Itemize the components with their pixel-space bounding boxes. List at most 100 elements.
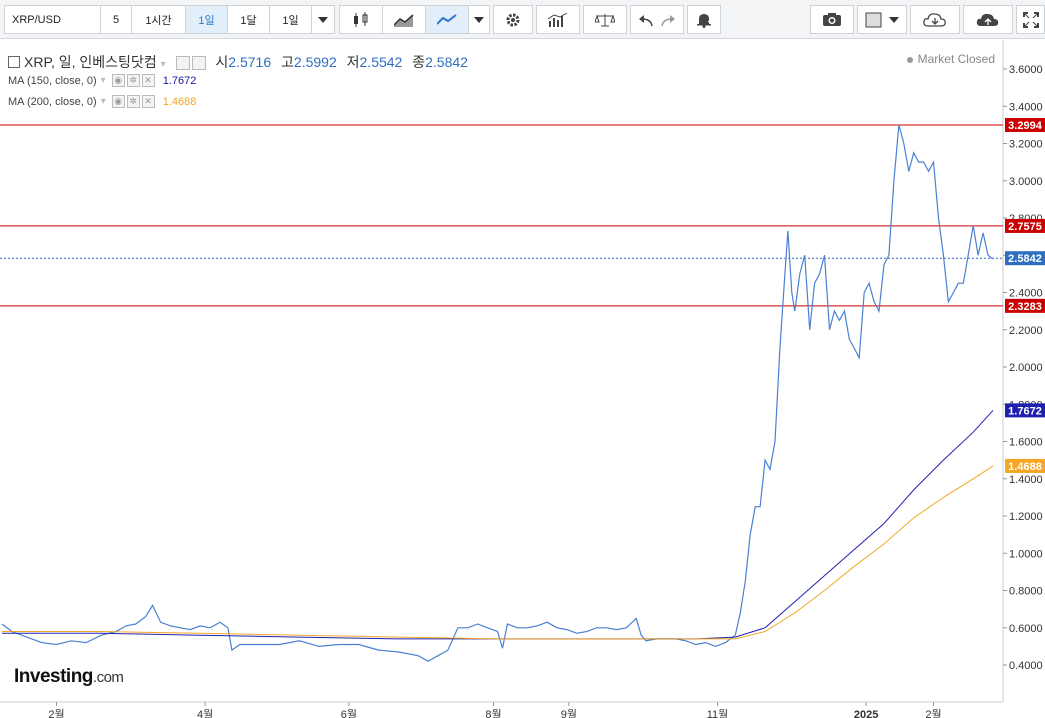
ma200-label: MA (200, close, 0) <box>8 95 97 108</box>
gear-icon[interactable] <box>191 56 206 71</box>
cloud-upload-icon <box>976 13 999 26</box>
x-tick-label: 4월 <box>197 708 213 718</box>
y-tick-label: 3.0000 <box>1009 176 1043 188</box>
y-tick-label: 0.4000 <box>1009 660 1043 672</box>
line-chart-button[interactable] <box>425 5 469 34</box>
x-tick-label: 11월 <box>707 708 729 718</box>
cloud-download-icon <box>923 12 946 27</box>
undo-icon[interactable] <box>639 14 653 26</box>
ma200-settings-icon[interactable]: ✲ <box>126 95 140 108</box>
ma200-visibility-icon[interactable]: ◉ <box>111 95 125 108</box>
x-tick-label: 6월 <box>341 708 357 718</box>
cloud-download-button[interactable] <box>910 5 960 34</box>
chevron-down-icon <box>889 16 899 23</box>
x-tick-label: 2월 <box>48 708 64 718</box>
chart-toolbar: XRP/USD 5 1시간 1일 1달 1일 <box>0 0 1045 39</box>
status-dot-icon <box>906 56 913 63</box>
ma150-value: 1.7672 <box>162 74 197 87</box>
level-label: 3.2994 <box>1008 120 1043 132</box>
legend-title: XRP, 일, 인베스팅닷컴 <box>24 54 157 70</box>
y-tick-label: 2.4000 <box>1009 288 1043 300</box>
area-chart-icon <box>394 13 414 27</box>
close-value: 2.5842 <box>425 54 468 70</box>
low-label: 저 <box>346 54 360 70</box>
eye-icon[interactable] <box>175 56 190 71</box>
chevron-down-icon <box>474 16 484 23</box>
x-tick-label: 9월 <box>561 708 577 718</box>
scale-icon <box>595 13 615 26</box>
indicators-button[interactable] <box>536 5 580 34</box>
camera-icon <box>823 13 841 26</box>
settings-button[interactable] <box>493 5 533 34</box>
undo-redo-group <box>630 5 684 34</box>
interval-dropdown-button[interactable] <box>311 5 335 34</box>
market-status: Market Closed <box>906 52 995 66</box>
interval-5-button[interactable]: 5 <box>100 5 132 34</box>
area-chart-button[interactable] <box>382 5 426 34</box>
interval-1d-button[interactable]: 1일 <box>185 5 228 34</box>
chart-area[interactable]: 0.4000 0.6000 0.8000 1.0000 1.2000 1.4000 1.60… <box>0 40 1045 718</box>
y-tick-label: 0.6000 <box>1009 623 1043 635</box>
bell-plus-icon <box>697 13 712 28</box>
cloud-upload-button[interactable] <box>963 5 1013 34</box>
market-status-text: Market Closed <box>917 52 995 66</box>
chart-legend: XRP, 일, 인베스팅닷컴 ▾ 시2.5716 고2.5992 저2.5542… <box>8 52 468 72</box>
last-price-label: 2.5842 <box>1008 253 1042 265</box>
level-label: 2.3283 <box>1008 301 1042 313</box>
level-label: 2.7575 <box>1008 221 1042 233</box>
logo-suffix: .com <box>92 669 124 686</box>
interval-custom-button[interactable]: 1일 <box>269 5 312 34</box>
gear-icon <box>506 13 520 26</box>
ma150-line <box>2 410 994 640</box>
fullscreen-icon <box>1022 11 1039 28</box>
chevron-down-icon <box>318 16 328 23</box>
price-chart[interactable]: 0.4000 0.6000 0.8000 1.0000 1.2000 1.4000 1.60… <box>0 40 1045 718</box>
high-label: 고 <box>281 54 294 70</box>
ma200-dropdown-icon[interactable]: ▾ <box>101 96 106 107</box>
chart-type-dropdown-button[interactable] <box>468 5 490 34</box>
y-tick-label: 1.6000 <box>1009 437 1043 449</box>
ma150-legend-row: MA (150, close, 0) ▾ ◉ ✲ ✕ 1.7672 <box>8 74 196 87</box>
open-value: 2.5716 <box>228 54 272 70</box>
y-tick-label: 2.2000 <box>1009 325 1043 337</box>
interval-1h-button[interactable]: 1시간 <box>131 5 186 34</box>
ma150-axis-label: 1.7672 <box>1008 405 1042 417</box>
ma150-label: MA (150, close, 0) <box>8 74 97 87</box>
indicators-icon <box>548 12 568 27</box>
line-chart-icon <box>437 13 457 25</box>
y-tick-label: 1.0000 <box>1009 548 1043 560</box>
ma150-visibility-icon[interactable]: ◉ <box>111 74 125 87</box>
collapse-legend-icon[interactable] <box>8 56 20 68</box>
x-tick-label: 8월 <box>485 708 501 718</box>
price-line <box>1 124 994 662</box>
ma200-remove-icon[interactable]: ✕ <box>141 95 155 108</box>
layout-button[interactable] <box>857 5 907 34</box>
candlestick-chart-button[interactable] <box>339 5 383 34</box>
y-tick-label: 3.6000 <box>1009 64 1043 76</box>
symbol-input[interactable]: XRP/USD <box>4 5 101 34</box>
y-tick-label: 1.2000 <box>1009 511 1043 523</box>
y-tick-label: 2.0000 <box>1009 362 1043 374</box>
x-tick-label: 2025 <box>854 709 878 718</box>
x-tick-label: 2월 <box>925 708 941 718</box>
interval-1m-button[interactable]: 1달 <box>227 5 270 34</box>
low-value: 2.5542 <box>359 54 403 70</box>
compare-button[interactable] <box>583 5 627 34</box>
alert-button[interactable] <box>687 5 721 34</box>
fullscreen-button[interactable] <box>1016 5 1045 34</box>
ma200-line <box>2 465 994 640</box>
high-value: 2.5992 <box>293 54 337 70</box>
open-label: 시 <box>215 54 229 70</box>
redo-icon[interactable] <box>661 14 675 26</box>
ma200-axis-label: 1.4688 <box>1008 461 1042 473</box>
y-tick-label: 3.4000 <box>1009 101 1043 113</box>
ma200-value: 1.4688 <box>162 95 197 108</box>
ma150-remove-icon[interactable]: ✕ <box>141 74 155 87</box>
legend-dropdown-icon[interactable]: ▾ <box>161 59 166 70</box>
y-tick-label: 0.8000 <box>1009 586 1043 598</box>
logo-main: Investing <box>14 666 93 687</box>
ma150-dropdown-icon[interactable]: ▾ <box>101 75 106 86</box>
y-tick-label: 3.2000 <box>1009 139 1043 151</box>
ma150-settings-icon[interactable]: ✲ <box>126 74 140 87</box>
screenshot-button[interactable] <box>810 5 854 34</box>
